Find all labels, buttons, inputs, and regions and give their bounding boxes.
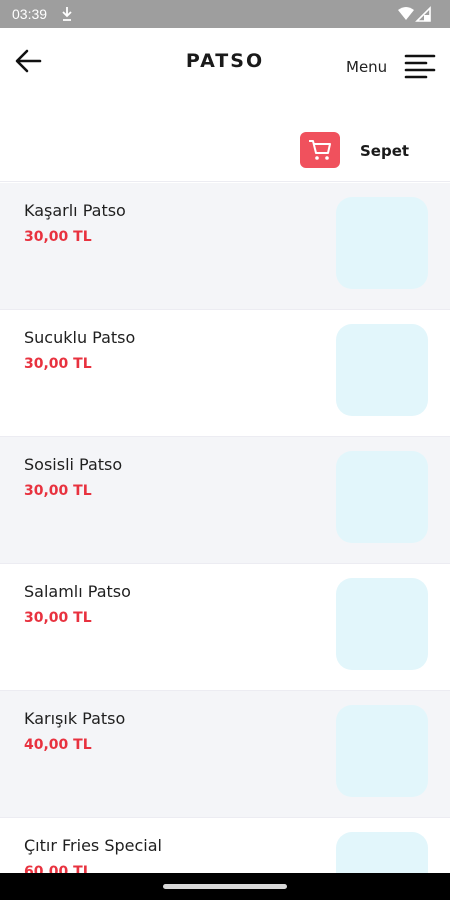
- status-time: 03:39: [12, 6, 48, 22]
- app-header: PATSO Menu: [0, 28, 450, 100]
- product-image: [336, 832, 428, 873]
- product-price: 30,00 TL: [24, 610, 92, 626]
- product-item[interactable]: Sosisli Patso 30,00 TL: [0, 437, 450, 564]
- product-image: [336, 324, 428, 416]
- notification-icon: [62, 7, 72, 21]
- product-price: 60,00 TL: [24, 864, 92, 873]
- product-item[interactable]: Sucuklu Patso 30,00 TL: [0, 310, 450, 437]
- cart-button[interactable]: [300, 132, 340, 168]
- system-nav-bar: [0, 873, 450, 900]
- product-image: [336, 197, 428, 289]
- product-item[interactable]: Kaşarlı Patso 30,00 TL: [0, 183, 450, 310]
- product-name: Salamlı Patso: [24, 582, 131, 601]
- product-price: 30,00 TL: [24, 356, 92, 372]
- hamburger-icon: [404, 54, 436, 79]
- status-bar: 03:39: [0, 0, 450, 28]
- product-price: 30,00 TL: [24, 483, 92, 499]
- product-item[interactable]: Salamlı Patso 30,00 TL: [0, 564, 450, 691]
- cart-label[interactable]: Sepet: [360, 142, 409, 160]
- product-name: Çıtır Fries Special: [24, 836, 162, 855]
- home-indicator[interactable]: [163, 884, 287, 889]
- product-image: [336, 705, 428, 797]
- signal-wifi-icons: [398, 6, 431, 22]
- product-name: Kaşarlı Patso: [24, 201, 126, 220]
- product-name: Sucuklu Patso: [24, 328, 136, 347]
- product-price: 30,00 TL: [24, 229, 92, 245]
- product-name: Sosisli Patso: [24, 455, 123, 474]
- product-item[interactable]: Karışık Patso 40,00 TL: [0, 691, 450, 818]
- product-image: [336, 578, 428, 670]
- menu-label: Menu: [346, 58, 388, 76]
- cart-row: Sepet: [0, 100, 450, 182]
- product-name: Karışık Patso: [24, 709, 126, 728]
- menu-button[interactable]: Menu: [346, 52, 438, 82]
- product-list: Kaşarlı Patso 30,00 TL Sucuklu Patso 30,…: [0, 183, 450, 873]
- product-item[interactable]: Çıtır Fries Special 60,00 TL: [0, 818, 450, 873]
- cart-icon: [309, 140, 331, 160]
- product-image: [336, 451, 428, 543]
- product-price: 40,00 TL: [24, 737, 92, 753]
